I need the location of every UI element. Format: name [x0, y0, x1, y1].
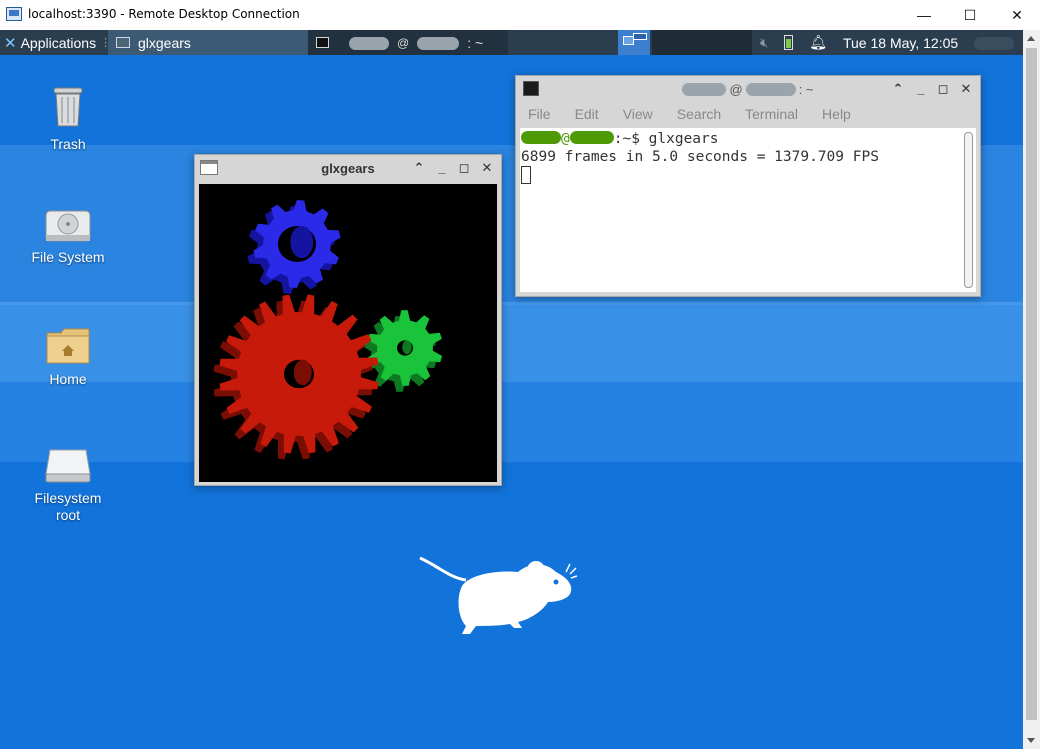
wallpaper-band: [0, 382, 1023, 462]
terminal-prompt-line: @ :~$ glxgears: [521, 130, 976, 148]
menu-search[interactable]: Search: [665, 106, 733, 122]
menu-terminal[interactable]: Terminal: [733, 106, 810, 122]
scroll-thumb[interactable]: [1026, 48, 1037, 720]
trash-icon: [50, 82, 86, 130]
terminal-title: @ : ~: [682, 81, 814, 97]
terminal-app-icon[interactable]: [523, 81, 539, 96]
workspace-switcher-1[interactable]: [618, 30, 650, 55]
redacted-user: [521, 131, 561, 144]
window-menu-icon[interactable]: [200, 160, 218, 175]
terminal-menubar: File Edit View Search Terminal Help: [516, 102, 980, 126]
shade-icon[interactable]: ⌃: [890, 81, 906, 97]
window-icon: [116, 37, 130, 48]
green-gear: [361, 310, 443, 392]
terminal-command: glxgears: [648, 131, 719, 147]
scroll-down-icon[interactable]: [1027, 738, 1035, 743]
prompt-suffix: :~$: [613, 131, 649, 147]
desktop-icon-label: Filesystem root: [34, 490, 102, 523]
menu-edit[interactable]: Edit: [563, 106, 611, 122]
at-sign: @: [561, 131, 570, 147]
close-icon[interactable]: ✕: [479, 160, 495, 176]
taskbar-item-glxgears[interactable]: glxgears: [108, 30, 308, 55]
minimize-icon: —: [917, 7, 931, 23]
taskbar-item-label: glxgears: [138, 34, 191, 51]
terminal-output[interactable]: @ :~$ glxgears 6899 frames in 5.0 seconds…: [520, 128, 976, 292]
remote-desktop-icon: [6, 7, 22, 21]
menu-help[interactable]: Help: [810, 106, 863, 122]
xfce-logo-icon: ✕: [4, 34, 17, 52]
terminal-titlebar[interactable]: @ : ~ ⌃ _ ◻ ✕: [516, 76, 980, 102]
maximize-icon[interactable]: ◻: [935, 81, 951, 97]
terminal-cursor: [521, 166, 531, 184]
applications-menu[interactable]: ✕ Applications ⋮: [0, 30, 115, 55]
rdp-titlebar: localhost:3390 - Remote Desktop Connecti…: [0, 0, 1040, 30]
maximize-icon[interactable]: ◻: [456, 160, 472, 176]
terminal-window[interactable]: @ : ~ ⌃ _ ◻ ✕ File Edit View Search Term…: [515, 75, 981, 297]
workspace-window-thumb: [633, 33, 647, 40]
rdp-vertical-scrollbar[interactable]: [1023, 30, 1040, 749]
redacted-host: [569, 131, 614, 144]
notification-bell-icon[interactable]: 🔔︎: [809, 34, 827, 51]
desktop[interactable]: ✕ Applications ⋮ glxgears @ : ~ 🔇︎ 🔔︎ Tu…: [0, 30, 1023, 749]
desktop-icon-label: Trash: [50, 136, 86, 152]
gears-render: [213, 200, 443, 460]
shade-icon[interactable]: ⌃: [411, 160, 427, 176]
glxgears-window[interactable]: glxgears ⌃ _ ◻ ✕: [194, 154, 502, 486]
top-panel: ✕ Applications ⋮ glxgears @ : ~ 🔇︎ 🔔︎ Tu…: [0, 30, 1023, 55]
menu-file[interactable]: File: [516, 106, 563, 122]
minimize-icon[interactable]: _: [913, 81, 929, 96]
panel-systray: 🔇︎ 🔔︎ Tue 18 May, 12:05: [760, 30, 1015, 55]
blue-gear: [247, 200, 341, 294]
redacted-host: [417, 35, 460, 51]
at-sign: @: [729, 81, 743, 97]
close-icon: ✕: [1011, 6, 1023, 23]
terminal-title-suffix: : ~: [798, 81, 814, 97]
volume-muted-icon[interactable]: 🔇︎: [760, 35, 768, 51]
home-folder-icon: [45, 327, 91, 365]
redacted-user: [682, 82, 727, 96]
rdp-minimize-button[interactable]: —: [901, 0, 947, 30]
wallpaper-band: [0, 302, 1023, 382]
menu-view[interactable]: View: [611, 106, 665, 122]
at-sign: @: [397, 35, 410, 50]
terminal-icon: [316, 37, 329, 48]
workspace-switcher-others[interactable]: [652, 30, 752, 55]
redacted-user-menu[interactable]: [974, 35, 1015, 51]
applications-label: Applications: [20, 34, 97, 51]
desktop-icon-file-system[interactable]: File System: [18, 207, 118, 265]
rdp-close-button[interactable]: ✕: [994, 0, 1040, 30]
redacted-host: [745, 82, 796, 96]
desktop-icon-trash[interactable]: Trash: [18, 82, 118, 152]
redacted-user: [349, 35, 389, 51]
desktop-icon-home[interactable]: Home: [18, 327, 118, 387]
rdp-window-title: localhost:3390 - Remote Desktop Connecti…: [28, 7, 300, 21]
desktop-icon-label: File System: [31, 249, 105, 265]
close-icon[interactable]: ✕: [958, 81, 974, 97]
xfce-mouse-wallpaper-logo: [418, 556, 578, 638]
drive-icon: [44, 207, 92, 243]
terminal-scrollbar[interactable]: [964, 132, 973, 288]
terminal-output-line: 6899 frames in 5.0 seconds = 1379.709 FP…: [521, 149, 879, 165]
glxgears-canvas[interactable]: [199, 184, 497, 482]
scroll-up-icon[interactable]: [1027, 36, 1035, 41]
window-title: glxgears: [321, 160, 375, 176]
desktop-icon-label: Home: [49, 371, 87, 387]
battery-icon[interactable]: [784, 35, 794, 50]
taskbar-item-terminal[interactable]: @ : ~: [308, 30, 508, 55]
glxgears-titlebar[interactable]: glxgears ⌃ _ ◻ ✕: [195, 155, 501, 181]
desktop-icon-filesystem-root[interactable]: Filesystem root: [18, 448, 118, 524]
taskbar-item-label: : ~: [467, 34, 484, 51]
red-gear: [213, 294, 379, 460]
minimize-icon[interactable]: _: [434, 160, 450, 175]
root-drive-icon: [44, 448, 92, 484]
maximize-icon: ☐: [963, 6, 977, 23]
panel-clock[interactable]: Tue 18 May, 12:05: [843, 35, 958, 51]
rdp-maximize-button[interactable]: ☐: [947, 0, 993, 30]
